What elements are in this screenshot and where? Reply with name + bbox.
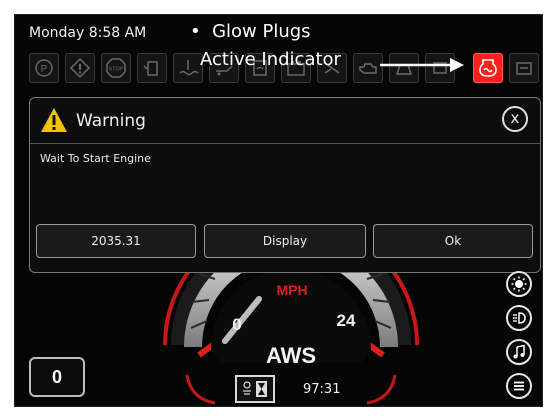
lights-button[interactable] (506, 305, 532, 331)
timer-button[interactable] (235, 375, 275, 403)
gauge-min-label: 0 (232, 315, 241, 334)
music-note-icon (513, 344, 525, 359)
gauge-name-label: AWS (266, 343, 316, 368)
callout-arrow (380, 58, 464, 72)
coolant-temp-icon (173, 53, 203, 83)
headlight-icon (513, 312, 526, 324)
hourglass-icon (243, 381, 267, 397)
dialog-header: Warning x (30, 98, 540, 144)
gauge-unit-label: MPH (276, 282, 307, 298)
check-engine-icon (65, 53, 95, 83)
wash-icon (509, 53, 539, 83)
brightness-button[interactable] (506, 271, 532, 297)
fuel-icon (137, 53, 167, 83)
gauge-max-label: 24 (337, 311, 356, 330)
sun-icon (511, 276, 527, 292)
clock: Monday 8:58 AM (29, 25, 147, 41)
timer-value: 97:31 (303, 382, 341, 397)
menu-button[interactable] (506, 373, 532, 399)
engine-icon (353, 53, 383, 83)
odometer-value[interactable]: 0 (29, 357, 85, 397)
glow-plug-icon (473, 53, 503, 83)
stop-icon: STOP (101, 53, 131, 83)
callout-line-1: • Glow Plugs (190, 21, 311, 42)
svg-text:STOP: STOP (109, 67, 124, 73)
warning-dialog: Warning x Wait To Start Engine 2035.31 D… (29, 97, 541, 273)
svg-text:P: P (41, 64, 48, 75)
parking-brake-icon: P (29, 53, 59, 83)
close-button[interactable]: x (502, 106, 528, 132)
warning-triangle-icon (41, 108, 67, 132)
callout-line-2: Active Indicator (200, 49, 341, 70)
display-button[interactable]: Display (204, 224, 366, 258)
menu-icon (514, 381, 524, 391)
ok-button[interactable]: Ok (373, 224, 533, 258)
dialog-message: Wait To Start Engine (40, 152, 151, 165)
audio-button[interactable] (506, 339, 532, 365)
value-button[interactable]: 2035.31 (36, 224, 196, 258)
dialog-title: Warning (76, 111, 146, 131)
